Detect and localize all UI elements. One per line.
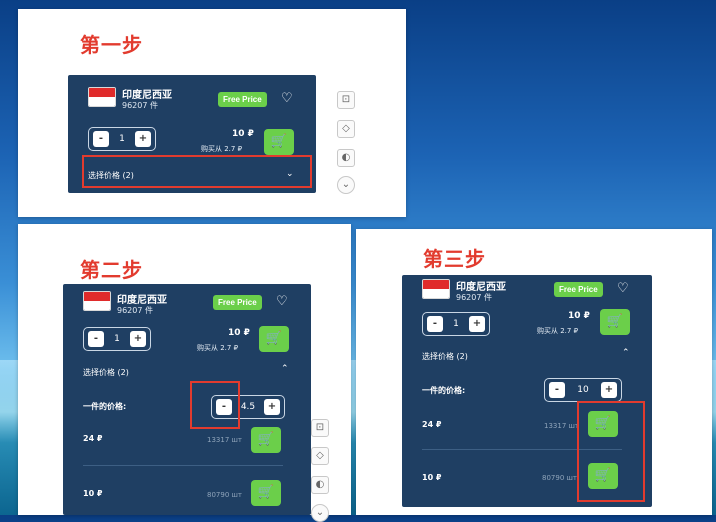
quantity-value[interactable]: 1 — [111, 128, 133, 150]
eraser-icon[interactable]: ◇ — [311, 447, 329, 465]
chevron-up-icon[interactable]: ⌃ — [622, 348, 630, 358]
country-name: 印度尼西亚 — [117, 295, 167, 306]
quantity-value[interactable]: 1 — [106, 328, 128, 350]
tier-price: 24 ₽ — [422, 420, 442, 429]
step3-card: 第三步 印度尼西亚 96207 件 Free Price ♡ - 1 + 10 … — [356, 229, 712, 515]
from-price: 购买从 2.7 ₽ — [197, 344, 239, 352]
crop-icon[interactable]: ⊡ — [311, 419, 329, 437]
tier-add-to-cart-button[interactable]: 🛒 — [251, 427, 281, 453]
increment-button[interactable]: + — [135, 131, 151, 147]
free-price-badge[interactable]: Free Price — [213, 295, 262, 310]
tier-quantity: 80790 шт — [542, 474, 577, 482]
highlight-cart-buttons — [577, 401, 645, 502]
cart-icon: 🛒 — [257, 485, 275, 500]
price: 10 ₽ — [228, 328, 250, 338]
decrement-button[interactable]: - — [93, 131, 109, 147]
crop-icon[interactable]: ⊡ — [337, 91, 355, 109]
quantity-stepper: - 1 + — [88, 127, 156, 151]
unit-price-value[interactable]: 10 — [567, 379, 599, 401]
item-count: 96207 件 — [456, 293, 492, 302]
add-to-cart-button[interactable]: 🛒 — [600, 309, 630, 335]
quantity-stepper: - 1 + — [422, 312, 490, 336]
tier-price: 10 ₽ — [83, 489, 103, 498]
step1-label: 第一步 — [80, 33, 143, 57]
tier-price: 24 ₽ — [83, 434, 103, 443]
step3-label: 第三步 — [423, 247, 486, 271]
step1-card: 第一步 印度尼西亚 96207 件 Free Price ♡ - 1 + 10 … — [18, 9, 406, 217]
quantity-value[interactable]: 1 — [445, 313, 467, 335]
eraser-icon[interactable]: ◇ — [337, 120, 355, 138]
highlight-select-price — [82, 155, 312, 188]
unit-price-label: 一件的价格: — [83, 402, 127, 411]
country-name: 印度尼西亚 — [456, 282, 506, 293]
increment-button[interactable]: + — [130, 331, 146, 347]
step2-card: 第二步 印度尼西亚 96207 件 Free Price ♡ - 1 + 10 … — [18, 224, 351, 522]
select-price-toggle[interactable]: 选择价格 (2) — [83, 367, 129, 378]
quantity-stepper: - 1 + — [83, 327, 151, 351]
increment-button[interactable]: + — [469, 316, 485, 332]
item-count: 96207 件 — [117, 306, 153, 315]
toggle-icon[interactable]: ◐ — [311, 476, 329, 494]
indonesia-flag-icon — [83, 291, 111, 311]
from-price: 购买从 2.7 ₽ — [201, 145, 243, 153]
free-price-badge[interactable]: Free Price — [218, 92, 267, 107]
divider — [83, 465, 283, 466]
free-price-badge[interactable]: Free Price — [554, 282, 603, 297]
decrement-button[interactable]: - — [88, 331, 104, 347]
tier-quantity: 13317 шт — [207, 436, 242, 444]
heart-icon[interactable]: ♡ — [276, 295, 288, 308]
highlight-decrement — [190, 381, 240, 429]
add-to-cart-button[interactable]: 🛒 — [259, 326, 289, 352]
toggle-icon[interactable]: ◐ — [337, 149, 355, 167]
cart-icon: 🛒 — [265, 331, 283, 346]
decrement-button[interactable]: - — [549, 382, 565, 398]
heart-icon[interactable]: ♡ — [281, 92, 293, 105]
country-name: 印度尼西亚 — [122, 90, 172, 101]
increment-button[interactable]: + — [601, 382, 617, 398]
from-price: 购买从 2.7 ₽ — [537, 327, 579, 335]
increment-button[interactable]: + — [264, 399, 280, 415]
add-to-cart-button[interactable]: 🛒 — [264, 129, 294, 155]
decrement-button[interactable]: - — [427, 316, 443, 332]
step2-product-widget: 印度尼西亚 96207 件 Free Price ♡ - 1 + 10 ₽ 购买… — [63, 284, 311, 515]
tier-quantity: 13317 шт — [544, 422, 579, 430]
item-count: 96207 件 — [122, 101, 158, 110]
heart-icon[interactable]: ♡ — [617, 282, 629, 295]
indonesia-flag-icon — [422, 279, 450, 299]
unit-price-stepper: - 10 + — [544, 378, 622, 402]
unit-price-label: 一件的价格: — [422, 386, 466, 395]
tier-price: 10 ₽ — [422, 473, 442, 482]
select-price-toggle[interactable]: 选择价格 (2) — [422, 351, 468, 362]
chevron-icon[interactable]: ⌄ — [311, 504, 329, 522]
indonesia-flag-icon — [88, 87, 116, 107]
tier-add-to-cart-button[interactable]: 🛒 — [251, 480, 281, 506]
price: 10 ₽ — [568, 311, 590, 321]
price: 10 ₽ — [232, 129, 254, 139]
cart-icon: 🛒 — [270, 134, 288, 149]
chevron-up-icon[interactable]: ⌃ — [281, 364, 289, 374]
tier-quantity: 80790 шт — [207, 491, 242, 499]
cart-icon: 🛒 — [606, 314, 624, 329]
cart-icon: 🛒 — [257, 432, 275, 447]
chevron-icon[interactable]: ⌄ — [337, 176, 355, 194]
step2-label: 第二步 — [80, 258, 143, 282]
